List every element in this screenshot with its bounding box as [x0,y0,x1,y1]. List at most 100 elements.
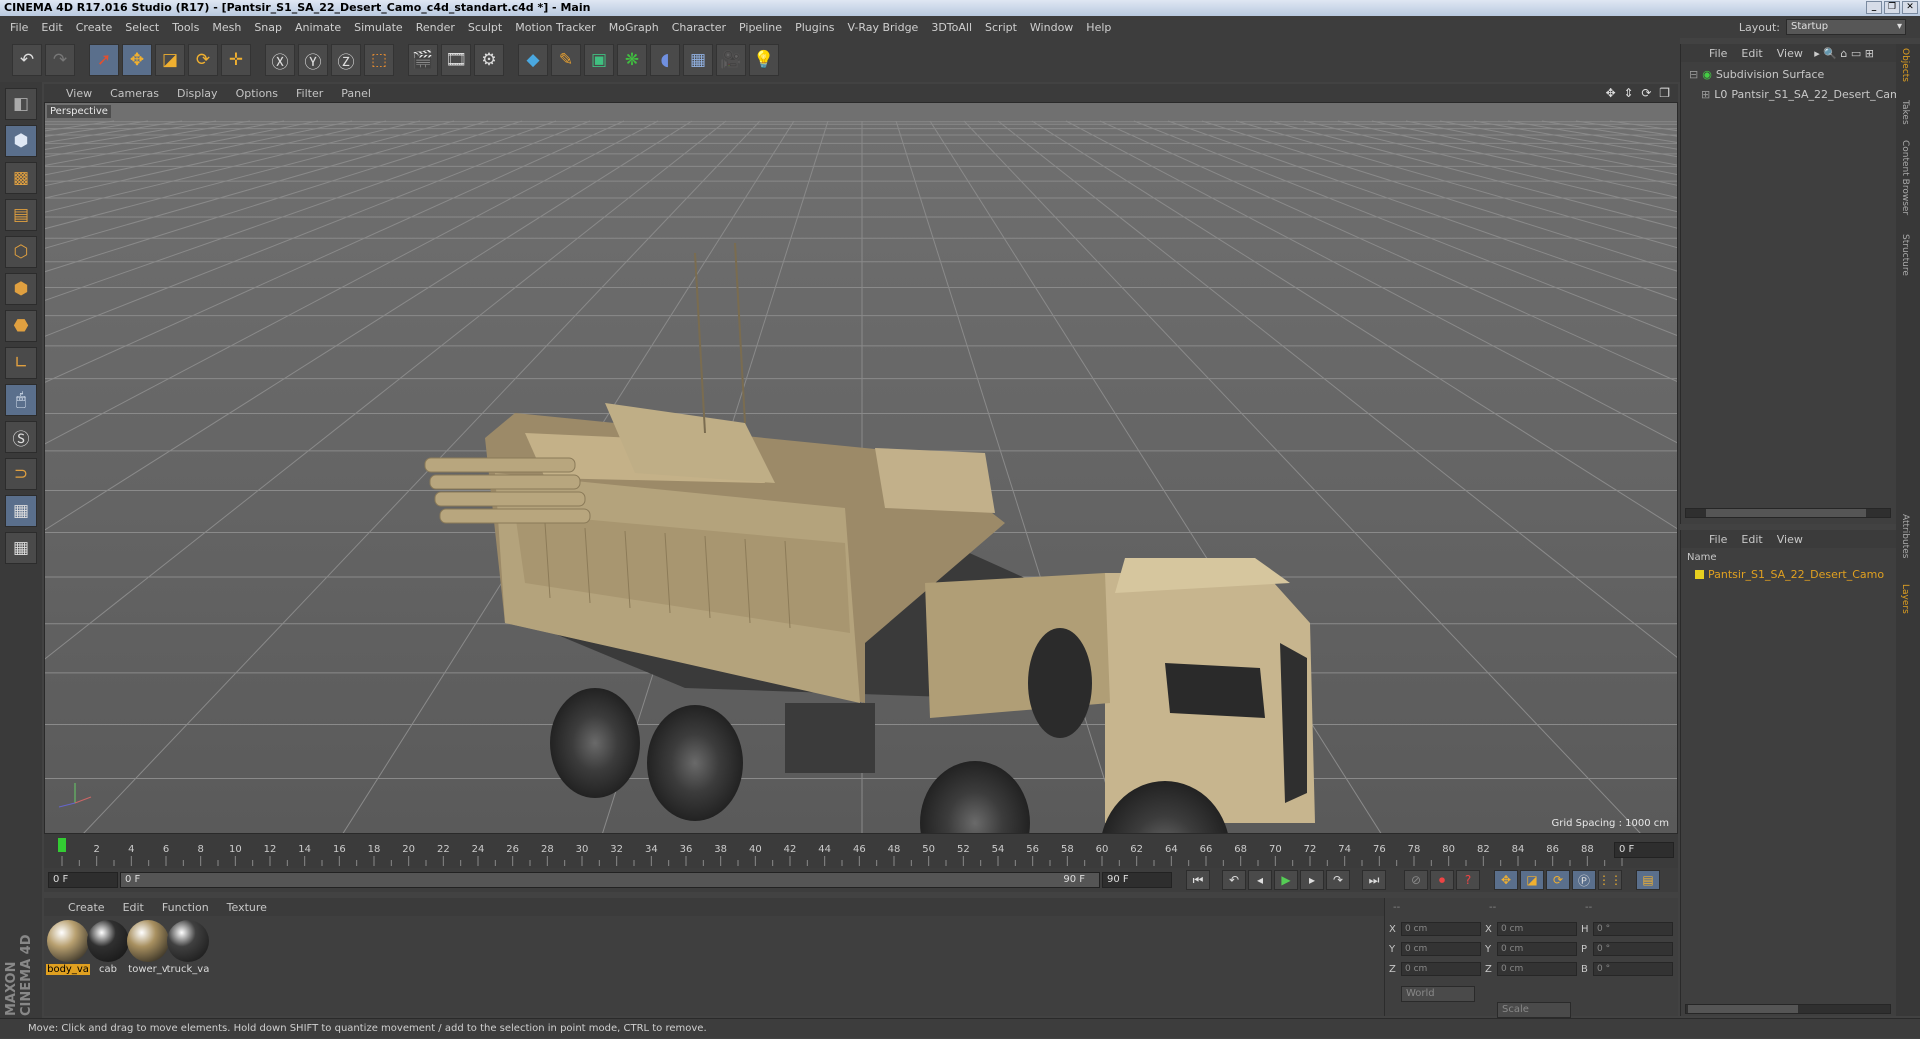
make-editable-icon[interactable]: ◧ [5,88,37,120]
object-menu-item[interactable]: File [1709,47,1727,60]
undo-icon[interactable]: ↶ [12,44,42,76]
frame-range-slider[interactable]: 0 F 90 F [120,872,1100,888]
maximize-button[interactable]: ❐ [1884,1,1900,14]
key-rotation-icon[interactable]: ⟳ [1546,870,1570,890]
object-manager-search-icons[interactable]: ▸ 🔍 ⌂ ▭ ⊞ [1814,47,1874,60]
menu-item[interactable]: Create [76,21,113,34]
menu-item[interactable]: Animate [295,21,341,34]
side-tab[interactable]: Layers [1900,584,1910,614]
material-menu-item[interactable]: Function [162,901,209,914]
pen-spline-icon[interactable]: ✎ [551,44,581,76]
menu-item[interactable]: 3DToAll [931,21,972,34]
minimize-button[interactable]: _ [1866,1,1882,14]
viewport-menu-item[interactable]: Display [177,87,218,100]
tweak-mode-icon[interactable]: 🖱 [5,384,37,416]
light-icon[interactable]: 💡 [749,44,779,76]
scale-tool-icon[interactable]: ◪ [155,44,185,76]
menu-item[interactable]: Plugins [795,21,834,34]
side-tab[interactable]: Structure [1900,234,1910,276]
render-view-icon[interactable]: 🎬 [408,44,438,76]
menu-item[interactable]: Help [1086,21,1111,34]
render-settings-icon[interactable]: ⚙ [474,44,504,76]
object-tree-item[interactable]: ⊟ ◉ Subdivision Surface [1689,68,1824,81]
menu-item[interactable]: Snap [254,21,282,34]
menu-item[interactable]: Character [672,21,726,34]
coords-value-field[interactable]: 0 cm [1401,942,1481,956]
y-axis-lock-icon[interactable]: Ⓨ [298,44,328,76]
viewport-menu-item[interactable]: Options [236,87,278,100]
perspective-viewport[interactable]: Perspective Grid Spacing : 1000 cm [44,102,1678,834]
side-tab[interactable]: Objects [1900,48,1910,82]
key-position-icon[interactable]: ✥ [1494,870,1518,890]
coords-value-field[interactable]: 0 cm [1497,962,1577,976]
record-keys-icon[interactable]: ⊘ [1404,870,1428,890]
menu-item[interactable]: Render [416,21,455,34]
object-menu-item[interactable]: View [1777,47,1803,60]
side-tab[interactable]: Attributes [1900,514,1910,558]
record-active-icon[interactable]: ⏺ [1430,870,1454,890]
timeline-ruler[interactable]: 0246810121416182022242628303234363840424… [44,834,1678,868]
material-swatch[interactable]: cab [86,920,130,975]
coords-value-field[interactable]: 0 ° [1593,962,1673,976]
menu-item[interactable]: Window [1030,21,1073,34]
object-menu-item[interactable]: Edit [1741,47,1762,60]
menu-item[interactable]: Mesh [212,21,241,34]
live-selection-icon[interactable]: ➚ [89,44,119,76]
close-button[interactable]: ✕ [1902,1,1918,14]
layer-item[interactable]: Pantsir_S1_SA_22_Desert_Camo [1695,568,1884,581]
menu-item[interactable]: Simulate [354,21,403,34]
material-swatch[interactable]: body_va [46,920,90,975]
coords-value-field[interactable]: 0 ° [1593,922,1673,936]
workplane-lock-icon[interactable]: ▦ [5,495,37,527]
menu-item[interactable]: Select [125,21,159,34]
prev-key-icon[interactable]: ↶ [1222,870,1246,890]
layer-menu-item[interactable]: Edit [1741,533,1762,546]
subdivision-generator-icon[interactable]: ▣ [584,44,614,76]
menu-item[interactable]: MoGraph [609,21,659,34]
viewport-camera-label[interactable]: Perspective [47,105,111,118]
polygons-mode-icon[interactable]: ⬣ [5,310,37,342]
menu-item[interactable]: Script [985,21,1017,34]
layer-menu-item[interactable]: File [1709,533,1727,546]
tree-collapse-icon[interactable]: ⊟ [1689,68,1698,81]
tree-expand-icon[interactable]: ⊞ [1701,88,1710,101]
material-swatch[interactable]: tower_v [126,920,170,975]
model-mode-icon[interactable]: ⬢ [5,125,37,157]
viewport-menu-item[interactable]: Cameras [110,87,159,100]
current-frame-field[interactable]: 0 F [1614,842,1674,858]
cloner-icon[interactable]: ❋ [617,44,647,76]
rotate-tool-icon[interactable]: ⟳ [188,44,218,76]
menu-item[interactable]: Motion Tracker [515,21,595,34]
snapping-icon[interactable]: Ⓢ [5,421,37,453]
camera-icon[interactable]: 🎥 [716,44,746,76]
coords-value-field[interactable]: 0 cm [1497,942,1577,956]
texture-mode-icon[interactable]: ▩ [5,162,37,194]
side-tab[interactable]: Content Browser [1900,140,1910,215]
menu-item[interactable]: Edit [41,21,62,34]
key-param-icon[interactable]: Ⓟ [1572,870,1596,890]
menu-item[interactable]: V-Ray Bridge [847,21,918,34]
play-icon[interactable]: ▶ [1274,870,1298,890]
move-tool-icon[interactable]: ✥ [122,44,152,76]
object-manager-scrollbar[interactable] [1685,508,1891,518]
layer-manager-scrollbar[interactable] [1685,1004,1891,1014]
material-menu-item[interactable]: Create [68,901,105,914]
deformer-icon[interactable]: ◖ [650,44,680,76]
goto-start-icon[interactable]: ⏮ [1186,870,1210,890]
key-pla-icon[interactable]: ⋮⋮ [1598,870,1622,890]
side-tab[interactable]: Takes [1900,100,1910,125]
prev-frame-icon[interactable]: ◂ [1248,870,1272,890]
coords-value-field[interactable]: 0 cm [1497,922,1577,936]
menu-item[interactable]: Pipeline [739,21,782,34]
layer-menu-item[interactable]: View [1777,533,1803,546]
end-frame-field[interactable]: 90 F [1102,872,1172,888]
floor-environment-icon[interactable]: ▦ [683,44,713,76]
cube-object-icon[interactable]: ◆ [518,44,548,76]
next-frame-icon[interactable]: ▸ [1300,870,1324,890]
planar-workplane-icon[interactable]: ▦ [5,532,37,564]
coords-value-field[interactable]: 0 cm [1401,962,1481,976]
autokey-icon[interactable]: ? [1456,870,1480,890]
viewport-menu-item[interactable]: Panel [341,87,371,100]
coordinate-system-icon[interactable]: ⬚ [364,44,394,76]
menu-item[interactable]: Sculpt [468,21,502,34]
